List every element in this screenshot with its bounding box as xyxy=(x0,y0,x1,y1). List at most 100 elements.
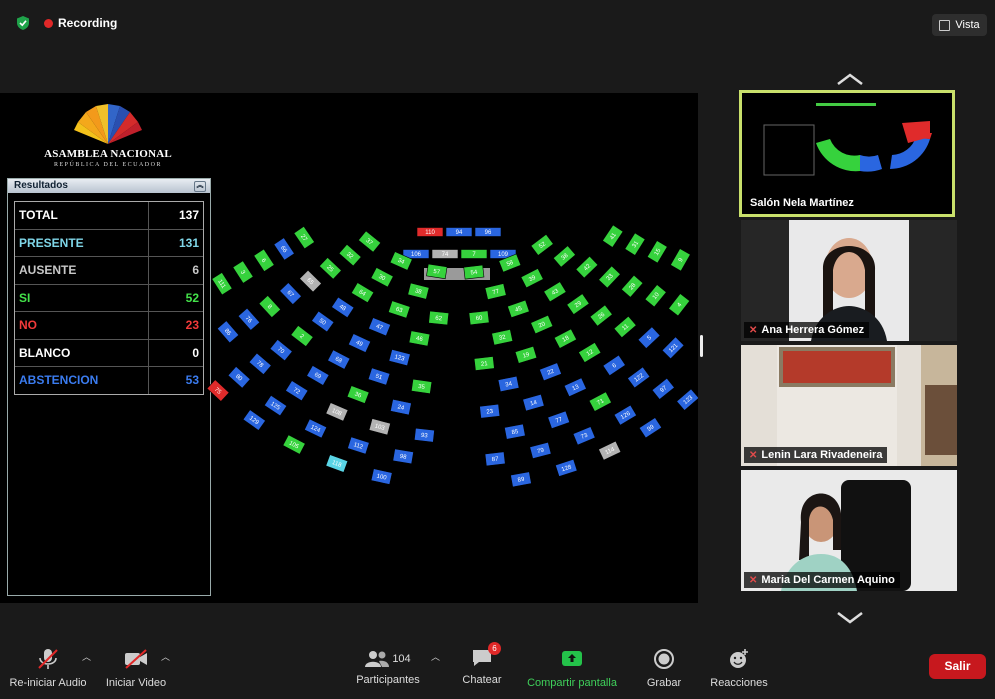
assembly-seat: 12 xyxy=(578,342,602,363)
video-tile-2[interactable]: ✕ Ana Herrera Gómez xyxy=(741,220,957,341)
assembly-seat: 78 xyxy=(248,352,272,376)
seat-number: 110 xyxy=(425,230,435,236)
assembly-seat: 6 xyxy=(253,248,275,272)
assembly-seat: 68 xyxy=(327,349,351,370)
assembly-seat: 76 xyxy=(237,307,261,331)
assembly-seat: 72 xyxy=(285,380,309,402)
grid-view-icon xyxy=(939,19,951,31)
participants-options-chevron-icon[interactable]: ︿ xyxy=(431,650,440,663)
video-options-chevron-icon[interactable]: ︿ xyxy=(161,650,170,663)
recording-label: Recording xyxy=(58,16,118,30)
assembly-seat: 124 xyxy=(304,418,328,439)
record-label: Grabar xyxy=(646,677,682,689)
share-screen-label: Compartir pantalla xyxy=(527,677,617,689)
assembly-seat: 100 xyxy=(370,468,393,485)
participant-name: Ana Herrera Gómez xyxy=(761,324,865,336)
participant-name-tag: ✕ Maria Del Carmen Aquino xyxy=(744,572,900,588)
audio-options-chevron-icon[interactable]: ︿ xyxy=(82,650,91,663)
assembly-seat: 43 xyxy=(543,281,567,303)
participant-name: Salón Nela Martínez xyxy=(750,197,854,209)
video-tile-3[interactable]: ✕ Lenin Lara Rivadeneira xyxy=(741,345,957,466)
muted-mic-icon xyxy=(38,649,58,669)
shared-screen: ASAMBLEA NACIONAL REPÚBLICA DEL ECUADOR … xyxy=(0,93,698,603)
assembly-seat: 118 xyxy=(325,454,349,473)
video-tile-1[interactable]: Salón Nela Martínez xyxy=(739,90,955,217)
record-button[interactable]: Grabar xyxy=(642,648,686,689)
assembly-seat: 5 xyxy=(637,326,661,349)
video-tile-4[interactable]: ✕ Maria Del Carmen Aquino xyxy=(741,470,957,591)
presidium-seat: 74 xyxy=(431,249,459,259)
assembly-seat: 48 xyxy=(331,296,355,319)
unmute-audio-button[interactable]: Re-iniciar Audio xyxy=(8,648,88,689)
assembly-seat: 66 xyxy=(273,237,295,261)
view-button[interactable]: Vista xyxy=(932,14,987,36)
assembly-seat: 52 xyxy=(530,233,554,256)
chat-icon-wrap: 6 xyxy=(471,642,501,670)
assembly-seat: 32 xyxy=(338,243,362,267)
muted-mic-icon: ✕ xyxy=(749,574,758,586)
presidium-seat: 7 xyxy=(460,249,488,259)
assembly-seat: 4 xyxy=(668,293,691,317)
share-screen-button[interactable]: Compartir pantalla xyxy=(520,648,624,689)
leave-meeting-button[interactable]: Salir xyxy=(929,654,986,679)
assembly-seat: 13 xyxy=(563,377,587,398)
gallery-down-arrow-icon[interactable] xyxy=(836,611,864,625)
assembly-seat: 93 xyxy=(413,427,435,443)
chat-button[interactable]: 6 Chatear xyxy=(460,642,504,686)
assembly-seat: 67 xyxy=(279,282,302,306)
presidium-seat: 110 xyxy=(416,227,444,237)
assembly-seat: 75 xyxy=(206,379,230,402)
assembly-seat: 54 xyxy=(463,264,485,280)
assembly-seat: 38 xyxy=(407,282,430,300)
share-screen-icon xyxy=(562,651,582,666)
participants-icon-group: 104 xyxy=(358,648,418,670)
recording-dot-icon xyxy=(44,18,53,28)
participants-button[interactable]: 104 Participantes xyxy=(352,648,424,686)
assembly-seat: 125 xyxy=(263,394,288,417)
assembly-seat: 126 xyxy=(613,404,637,426)
assembly-seat: 50 xyxy=(311,310,335,333)
assembly-seat: 129 xyxy=(242,409,266,431)
assembly-seat: 2 xyxy=(290,325,314,347)
assembly-seat: 89 xyxy=(510,471,532,488)
assembly-seat: 28 xyxy=(620,274,644,298)
assembly-seat: 37 xyxy=(358,230,382,253)
view-label: Vista xyxy=(955,19,980,31)
assembly-seat: 47 xyxy=(368,317,392,337)
assembly-seat: 60 xyxy=(468,310,490,326)
meeting-toolbar: Re-iniciar Audio ︿ Iniciar Video ︿ 104 P… xyxy=(0,638,995,699)
assembly-seat: 31 xyxy=(624,232,646,256)
presidium-seat: 94 xyxy=(445,227,473,237)
security-shield-icon[interactable] xyxy=(16,16,30,30)
assembly-seat: 79 xyxy=(529,441,552,460)
start-video-button[interactable]: Iniciar Video xyxy=(104,648,168,689)
assembly-seat: 14 xyxy=(522,393,545,412)
assembly-seat: 103 xyxy=(368,418,391,436)
assembly-seat: 20 xyxy=(530,314,554,335)
assembly-seat: 64 xyxy=(350,282,375,304)
participant-name: Lenin Lara Rivadeneira xyxy=(761,449,883,461)
assembly-seat: 24 xyxy=(390,398,412,416)
assembly-seat: 121 xyxy=(661,336,685,360)
gallery-up-arrow-icon[interactable] xyxy=(836,72,864,86)
seat-number: 74 xyxy=(442,252,449,258)
assembly-seat: 111 xyxy=(211,272,233,296)
assembly-seat: 51 xyxy=(367,367,391,386)
share-resize-handle[interactable] xyxy=(700,335,703,357)
seat-number: 106 xyxy=(411,252,422,258)
assembly-seat: 77 xyxy=(484,283,507,300)
reactions-label: Reacciones xyxy=(710,677,768,689)
assembly-seat: 21 xyxy=(473,356,495,371)
assembly-seat: 114 xyxy=(598,440,622,461)
recording-indicator[interactable]: Recording xyxy=(44,16,117,30)
assembly-seat: 112 xyxy=(347,436,370,455)
assembly-seat: 99 xyxy=(638,417,663,439)
assembly-seat: 3 xyxy=(232,260,254,284)
participants-count: 104 xyxy=(392,653,411,665)
assembly-seat: 15 xyxy=(646,240,668,264)
reactions-button[interactable]: Reacciones xyxy=(706,648,772,689)
assembly-seat: 70 xyxy=(269,339,293,362)
assembly-seat: 42 xyxy=(575,255,599,279)
seat-number: 62 xyxy=(435,316,443,323)
seat-number: 94 xyxy=(456,230,463,236)
